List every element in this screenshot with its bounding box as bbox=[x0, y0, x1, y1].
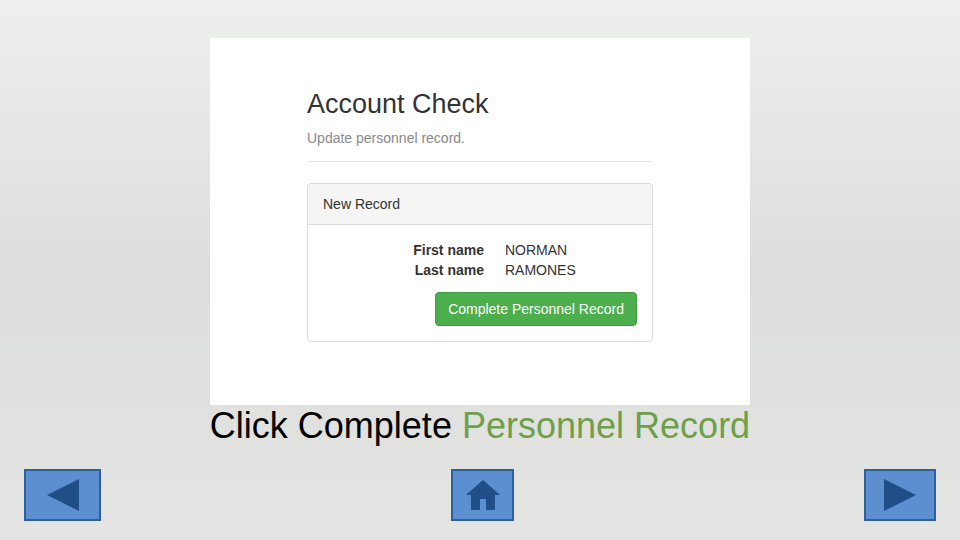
house-icon bbox=[463, 477, 503, 513]
divider bbox=[307, 161, 653, 162]
page-title: Account Check bbox=[307, 88, 653, 120]
page-subtitle: Update personnel record. bbox=[307, 130, 653, 147]
field-label: First name bbox=[323, 240, 484, 261]
screenshot-card: Account Check Update personnel record. New… bbox=[210, 38, 750, 405]
right-arrow-icon bbox=[880, 477, 920, 513]
slide: Account Check Update personnel record. New… bbox=[0, 0, 960, 540]
field-label: Last name bbox=[323, 260, 484, 281]
left-arrow-icon bbox=[43, 477, 83, 513]
panel-body: First name NORMAN Last name RAMONES Complete… bbox=[308, 225, 652, 341]
next-button[interactable] bbox=[864, 469, 936, 521]
panel-heading: New Record bbox=[323, 194, 400, 215]
field-row: Last name RAMONES bbox=[323, 260, 637, 280]
record-panel: New Record First name NORMAN Last name RAMON… bbox=[307, 183, 653, 342]
field-value: RAMONES bbox=[505, 260, 576, 281]
caption-part: Personnel Record bbox=[462, 406, 750, 446]
caption-part: Click Complete bbox=[210, 406, 452, 446]
panel-header: New Record bbox=[308, 184, 652, 225]
button-row: Complete Personnel Record bbox=[323, 292, 637, 326]
field-value: NORMAN bbox=[505, 240, 567, 261]
complete-record-button[interactable]: Complete Personnel Record bbox=[435, 292, 637, 326]
nav-bar bbox=[0, 469, 960, 521]
home-button[interactable] bbox=[451, 469, 514, 521]
field-row: First name NORMAN bbox=[323, 240, 637, 260]
caption: Click CompletePersonnel Record bbox=[210, 403, 750, 449]
back-button[interactable] bbox=[24, 469, 101, 521]
